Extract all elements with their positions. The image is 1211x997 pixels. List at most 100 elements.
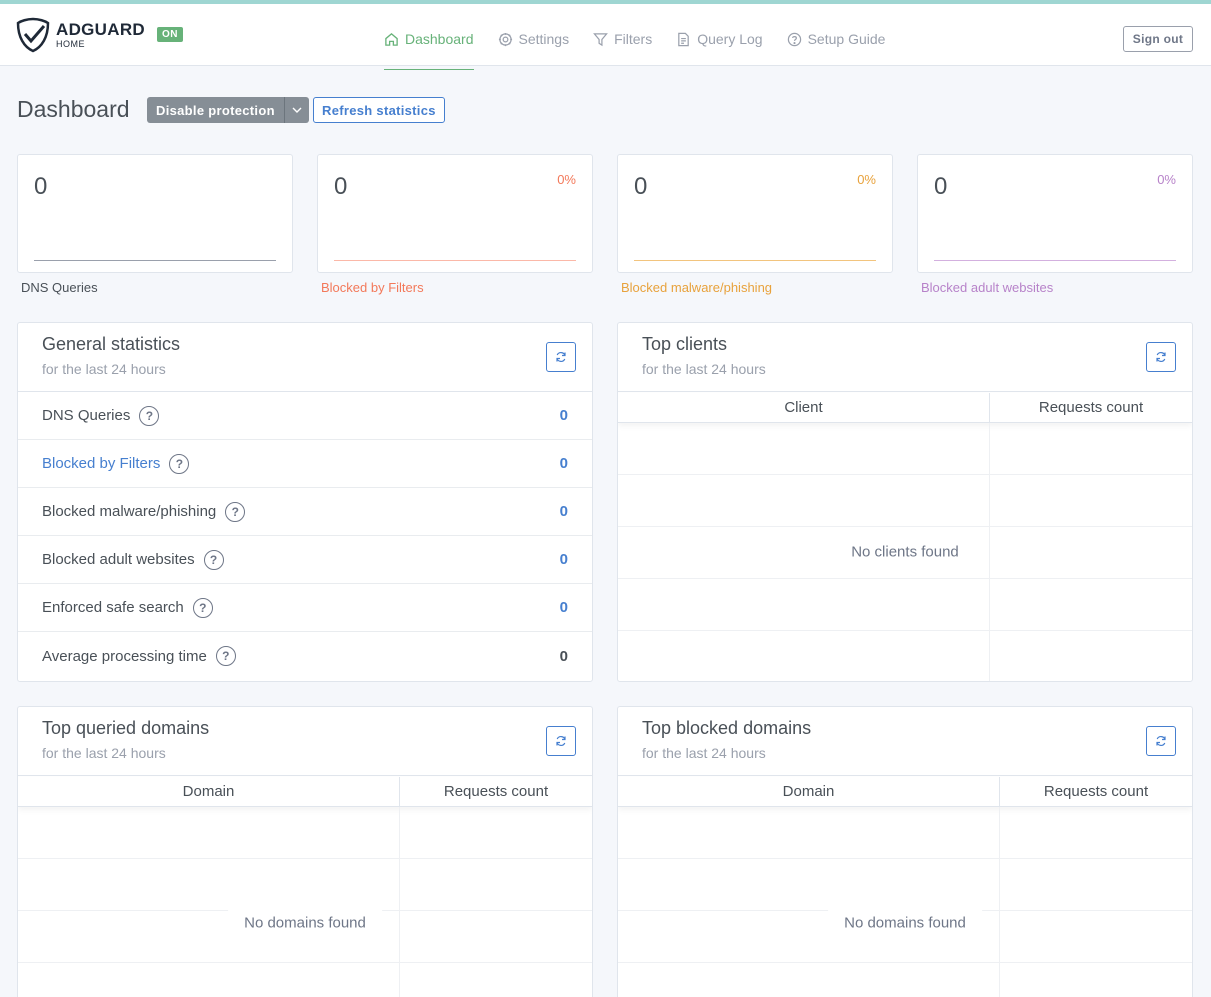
card-subtitle: for the last 24 hours [42, 745, 166, 761]
top-clients-card: Top clients for the last 24 hours Client… [617, 322, 1193, 682]
document-icon [678, 32, 690, 46]
row-label: Average processing time [42, 647, 207, 665]
row-value: 0 [559, 551, 568, 568]
stat-card-blocked-adult: 0 0% [917, 154, 1193, 273]
column-header-requests[interactable]: Requests count [1000, 777, 1192, 806]
row-label: Enforced safe search [42, 599, 184, 616]
nav-settings[interactable]: Settings [498, 8, 570, 70]
nav-setup-guide-label: Setup Guide [807, 31, 886, 47]
header: ADGUARD HOME ON Dashboard Settings Filte… [0, 4, 1211, 70]
column-header-domain[interactable]: Domain [18, 777, 400, 806]
help-icon[interactable]: ? [203, 549, 224, 570]
stat-card-blocked-filters: 0 0% [317, 154, 593, 273]
card-subtitle: for the last 24 hours [42, 361, 166, 377]
stat-sparkline [634, 260, 876, 261]
help-icon[interactable]: ? [139, 405, 160, 426]
table-body: No clients found [618, 423, 1192, 681]
stat-value: 0 [634, 173, 648, 200]
disable-protection-button[interactable]: Disable protection [147, 97, 284, 123]
row-label: Blocked adult websites [42, 551, 195, 568]
chevron-down-icon [292, 107, 302, 113]
empty-state-text: No clients found [835, 537, 975, 567]
column-header-domain[interactable]: Domain [618, 777, 1000, 806]
stat-row-blocked-adult: Blocked adult websites ? 0 [18, 536, 592, 584]
card-title: Top blocked domains [642, 718, 812, 738]
card-subtitle: for the last 24 hours [642, 745, 766, 761]
stat-label: DNS Queries [21, 280, 98, 295]
card-title: Top queried domains [42, 718, 210, 738]
column-header-requests[interactable]: Requests count [990, 393, 1192, 422]
stat-sparkline [34, 260, 276, 261]
logo[interactable]: ADGUARD HOME [16, 17, 145, 53]
table-header: Domain Requests count [618, 777, 1192, 807]
top-blocked-domains-card: Top blocked domains for the last 24 hour… [617, 706, 1193, 997]
filter-icon [593, 32, 608, 46]
nav-filters-label: Filters [614, 31, 653, 47]
refresh-icon [556, 735, 566, 747]
empty-state-text: No domains found [228, 908, 382, 938]
refresh-icon [1156, 351, 1166, 363]
stat-sparkline [334, 260, 576, 261]
help-icon[interactable]: ? [192, 597, 213, 618]
row-value: 0 [559, 647, 568, 665]
column-header-requests[interactable]: Requests count [400, 777, 592, 806]
table-body: No domains found [618, 807, 1192, 997]
adguard-shield-icon [16, 17, 50, 53]
row-value: 0 [559, 455, 568, 472]
brand-name: ADGUARD [56, 20, 145, 39]
stat-sparkline [934, 260, 1176, 261]
help-circle-icon [787, 32, 801, 46]
general-stats-list: DNS Queries ? 0 Blocked by Filters ? 0 B… [18, 392, 592, 680]
refresh-button[interactable] [1146, 342, 1176, 372]
stat-label: Blocked by Filters [321, 280, 424, 295]
general-statistics-card: General statistics for the last 24 hours… [17, 322, 593, 682]
nav-filters[interactable]: Filters [593, 8, 652, 70]
nav-dashboard-label: Dashboard [405, 31, 474, 47]
stat-value: 0 [34, 173, 48, 200]
sign-out-button[interactable]: Sign out [1123, 26, 1193, 52]
row-label: Blocked malware/phishing [42, 503, 217, 520]
row-value: 0 [559, 503, 568, 520]
card-title: General statistics [42, 334, 181, 354]
table-header: Domain Requests count [18, 777, 592, 807]
page-title: Dashboard [17, 96, 130, 122]
stat-row-avg-processing: Average processing time ? 0 [18, 632, 592, 680]
disable-protection-dropdown-toggle[interactable] [283, 97, 309, 123]
stat-percent: 0% [557, 172, 576, 187]
empty-state-text: No domains found [828, 908, 982, 938]
table-header: Client Requests count [618, 393, 1192, 423]
stat-label: Blocked malware/phishing [621, 280, 773, 295]
stat-card-blocked-malware: 0 0% [617, 154, 893, 273]
refresh-icon [1156, 735, 1166, 747]
card-subtitle: for the last 24 hours [642, 361, 766, 377]
stat-row-dns-queries: DNS Queries ? 0 [18, 392, 592, 440]
nav-setup-guide[interactable]: Setup Guide [787, 8, 886, 70]
help-icon[interactable]: ? [215, 646, 236, 666]
refresh-button[interactable] [1146, 726, 1176, 756]
stat-card-dns-queries: 0 [17, 154, 293, 273]
nav-dashboard[interactable]: Dashboard [384, 8, 474, 70]
nav-query-log[interactable]: Query Log [676, 8, 763, 70]
help-icon[interactable]: ? [169, 453, 190, 474]
refresh-statistics-button[interactable]: Refresh statistics [313, 97, 445, 123]
gear-icon [498, 32, 512, 46]
refresh-button[interactable] [546, 342, 576, 372]
refresh-button[interactable] [546, 726, 576, 756]
row-label: DNS Queries [42, 407, 131, 424]
disable-protection-button-group: Disable protection [147, 97, 309, 123]
row-value: 0 [559, 599, 568, 616]
column-header-client[interactable]: Client [618, 393, 990, 422]
main-nav: Dashboard Settings Filters Query Log Set… [384, 8, 909, 70]
protection-status-badge: ON [157, 27, 183, 42]
stat-label: Blocked adult websites [921, 280, 1054, 295]
stat-row-blocked-filters: Blocked by Filters ? 0 [18, 440, 592, 488]
row-label-link[interactable]: Blocked by Filters [42, 455, 160, 472]
stat-value: 0 [934, 173, 948, 200]
refresh-icon [556, 351, 566, 363]
help-icon[interactable]: ? [225, 501, 246, 522]
stat-row-safe-search: Enforced safe search ? 0 [18, 584, 592, 632]
stat-value: 0 [334, 173, 348, 200]
table-body: No domains found [18, 807, 592, 997]
stat-percent: 0% [857, 172, 876, 187]
nav-settings-label: Settings [518, 31, 570, 47]
